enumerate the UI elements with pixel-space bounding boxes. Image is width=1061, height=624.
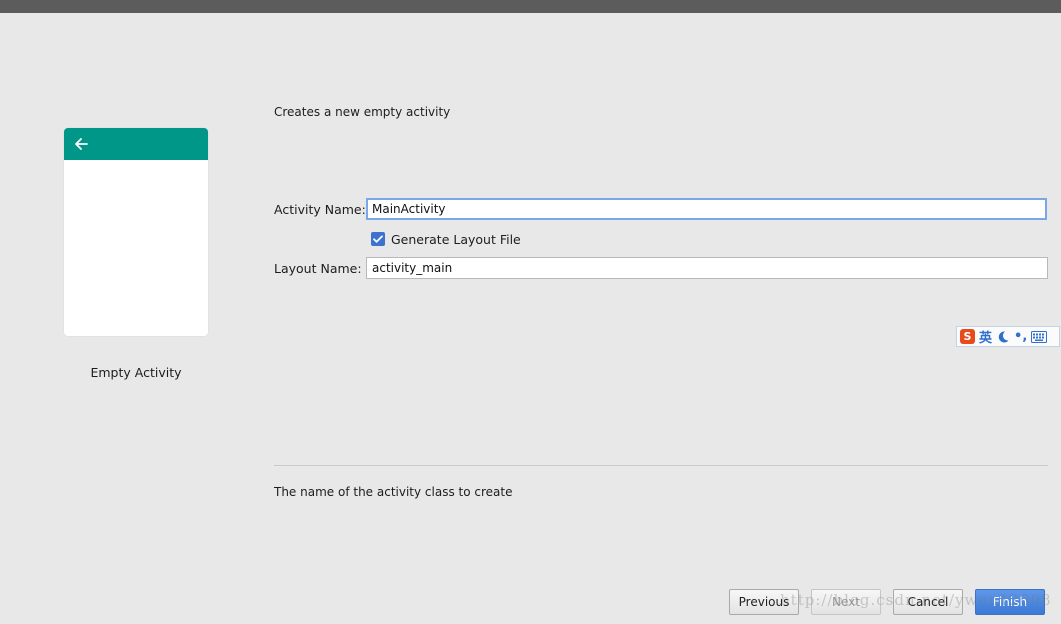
sogou-logo-icon[interactable]: S [960,329,975,344]
ime-toolbar[interactable]: S 英 •, [956,326,1060,347]
keyboard-icon[interactable] [1031,330,1048,343]
checkmark-icon [373,235,383,243]
help-text: The name of the activity class to create [274,485,513,499]
window-title-bar [0,0,1061,13]
moon-icon[interactable] [996,330,1010,344]
ime-language-toggle[interactable]: 英 [979,327,992,346]
activity-name-label: Activity Name: [274,202,366,217]
generate-layout-checkbox[interactable] [371,232,385,246]
help-divider [274,465,1048,466]
preview-toolbar [64,128,208,160]
layout-name-label: Layout Name: [274,261,362,276]
template-description: Creates a new empty activity [274,105,451,119]
ime-punctuation-toggle[interactable]: •, [1014,329,1027,344]
activity-preview [64,128,208,336]
layout-name-input[interactable] [366,257,1048,279]
activity-name-input[interactable] [366,198,1047,220]
template-name: Empty Activity [90,365,182,380]
watermark: http://blog.csdn.net/ywen12008 [780,591,1052,609]
generate-layout-label[interactable]: Generate Layout File [391,232,521,247]
arrow-left-icon [75,138,88,150]
